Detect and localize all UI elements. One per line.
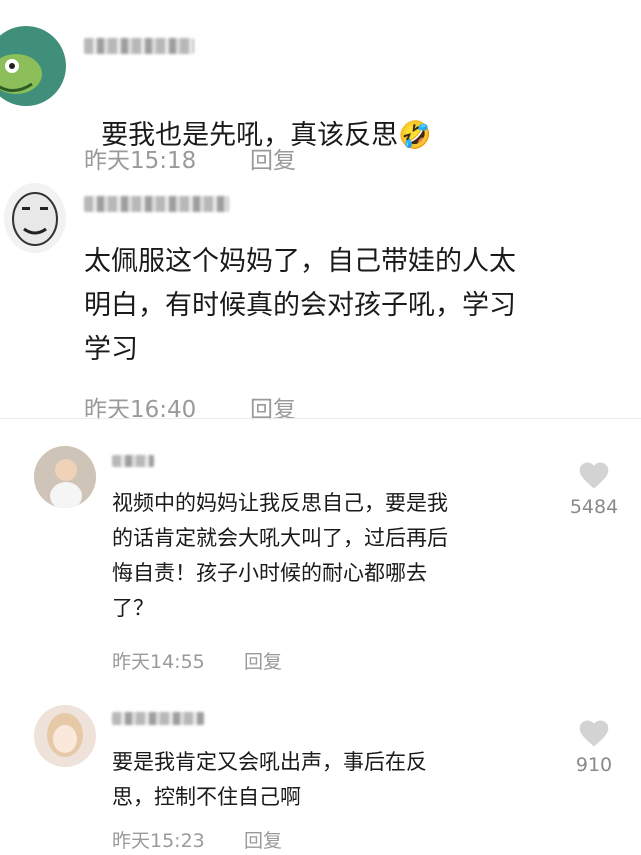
- avatar[interactable]: [34, 446, 96, 508]
- girl-photo-avatar-icon: [34, 705, 96, 767]
- reply-button[interactable]: 回复: [244, 826, 282, 853]
- frog-avatar-icon: [0, 26, 66, 106]
- comment-text: 太佩服这个妈妈了，自己带娃的人太 明白，有时候真的会对孩子吼，学习 学习: [84, 246, 516, 365]
- username-blurred[interactable]: [112, 712, 204, 725]
- avatar[interactable]: [0, 26, 66, 106]
- like-count: 5484: [569, 496, 619, 518]
- comment-text: 视频中的妈妈让我反思自己，要是我 的话肯定就会大吼大叫了，过后再后 悔自责！孩子…: [112, 491, 448, 620]
- comment-text: 要是我肯定又会吼出声，事后在反 思，控制不住自己啊: [112, 750, 427, 809]
- like-count: 910: [575, 754, 613, 776]
- heart-icon: [579, 462, 609, 489]
- like-button[interactable]: 5484: [560, 460, 628, 518]
- reply-button[interactable]: 回复: [244, 647, 282, 674]
- username-blurred[interactable]: [112, 455, 154, 467]
- meme-face-avatar-icon: [12, 192, 58, 246]
- rofl-emoji-icon: 🤣: [398, 120, 432, 151]
- comment-time: 昨天15:23: [112, 830, 205, 852]
- username-blurred[interactable]: [84, 196, 229, 212]
- section-divider: [0, 418, 641, 419]
- like-button[interactable]: 910: [560, 718, 628, 776]
- reply-button[interactable]: 回复: [250, 141, 296, 175]
- avatar[interactable]: [34, 705, 96, 767]
- comment-time: 昨天15:18: [84, 148, 197, 174]
- heart-icon: [579, 720, 609, 747]
- baby-photo-avatar-icon: [34, 446, 96, 508]
- avatar[interactable]: [4, 183, 66, 253]
- comment-time: 昨天14:55: [112, 651, 205, 673]
- username-blurred[interactable]: [84, 38, 194, 54]
